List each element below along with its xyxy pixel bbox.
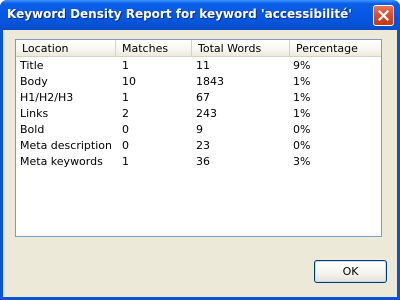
cell-total-words: 23 [196, 139, 210, 152]
cell-total-words: 67 [196, 91, 210, 104]
close-button[interactable] [373, 5, 394, 26]
cell-percentage: 0% [293, 123, 311, 136]
cell-percentage: 1% [293, 107, 311, 120]
table-row[interactable]: Meta description 0 23 0% [16, 138, 381, 154]
cell-total-words: 1843 [196, 75, 224, 88]
cell-percentage: 3% [293, 155, 311, 168]
table-body: Title 1 11 9% Body 10 1843 1% H1/H2/H3 1… [16, 58, 381, 170]
dialog-client-area: Location Matches Total Words Percentage … [3, 30, 397, 297]
table-row[interactable]: Bold 0 9 0% [16, 122, 381, 138]
cell-percentage: 1% [293, 75, 311, 88]
cell-total-words: 36 [196, 155, 210, 168]
column-header-location[interactable]: Location [16, 40, 116, 57]
cell-matches: 1 [122, 59, 129, 72]
cell-location: H1/H2/H3 [20, 91, 74, 104]
cell-location: Links [20, 107, 49, 120]
cell-matches: 2 [122, 107, 129, 120]
table-row[interactable]: Title 1 11 9% [16, 58, 381, 74]
cell-percentage: 0% [293, 139, 311, 152]
cell-matches: 0 [122, 123, 129, 136]
window-title: Keyword Density Report for keyword 'acce… [7, 7, 352, 21]
cell-location: Meta description [20, 139, 112, 152]
title-bar[interactable]: Keyword Density Report for keyword 'acce… [0, 0, 400, 30]
cell-matches: 1 [122, 155, 129, 168]
column-header-matches[interactable]: Matches [116, 40, 192, 57]
table-row[interactable]: H1/H2/H3 1 67 1% [16, 90, 381, 106]
column-header-total-words[interactable]: Total Words [192, 40, 290, 57]
cell-matches: 10 [122, 75, 136, 88]
cell-percentage: 1% [293, 91, 311, 104]
dialog-window: Keyword Density Report for keyword 'acce… [0, 0, 400, 300]
keyword-density-table[interactable]: Location Matches Total Words Percentage … [15, 39, 382, 237]
cell-matches: 1 [122, 91, 129, 104]
cell-matches: 0 [122, 139, 129, 152]
cell-location: Body [20, 75, 48, 88]
table-row[interactable]: Meta keywords 1 36 3% [16, 154, 381, 170]
cell-total-words: 243 [196, 107, 217, 120]
ok-button[interactable]: OK [314, 260, 387, 283]
column-header-percentage[interactable]: Percentage [290, 40, 381, 57]
cell-total-words: 9 [196, 123, 203, 136]
cell-percentage: 9% [293, 59, 311, 72]
cell-location: Title [20, 59, 44, 72]
cell-location: Meta keywords [20, 155, 103, 168]
close-icon [378, 10, 389, 21]
cell-location: Bold [20, 123, 45, 136]
cell-total-words: 11 [196, 59, 210, 72]
table-row[interactable]: Links 2 243 1% [16, 106, 381, 122]
table-header: Location Matches Total Words Percentage [16, 40, 381, 57]
table-row[interactable]: Body 10 1843 1% [16, 74, 381, 90]
